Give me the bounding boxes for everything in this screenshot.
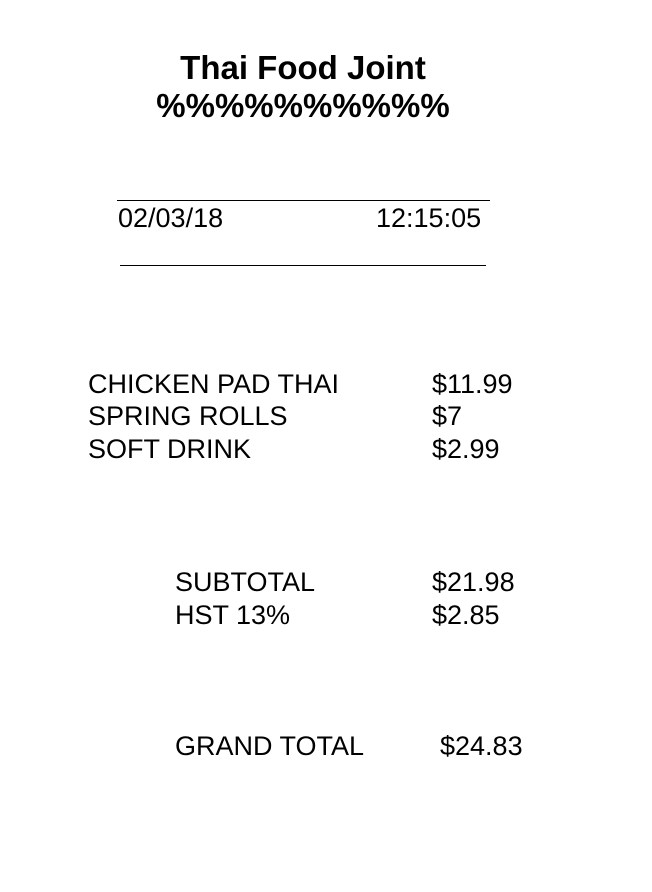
- subtotal-value: $21.98: [432, 567, 515, 597]
- divider-bottom: [120, 265, 486, 266]
- item-price: $11.99: [432, 369, 513, 399]
- tax-value: $2.85: [432, 600, 500, 630]
- store-name: Thai Food Joint: [180, 49, 426, 86]
- item-name: SOFT DRINK: [88, 434, 252, 464]
- subtotal-label: SUBTOTAL: [175, 567, 316, 597]
- store-decoration: %%%%%%%%%%: [156, 87, 450, 124]
- item-name: CHICKEN PAD THAI: [88, 369, 340, 399]
- item-name: SPRING ROLLS: [88, 401, 288, 431]
- receipt-time: 12:15:05: [376, 203, 482, 233]
- grand-total-label: GRAND TOTAL: [175, 731, 365, 761]
- receipt-date: 02/03/18: [118, 203, 224, 233]
- item-price: $7: [432, 401, 463, 431]
- receipt: Thai Food Joint %%%%%%%%%% 02/03/18 12:1…: [0, 0, 652, 892]
- tax-label: HST 13%: [175, 600, 291, 630]
- item-price: $2.99: [432, 434, 500, 464]
- divider-top: [117, 200, 490, 201]
- grand-total-value: $24.83: [440, 731, 523, 761]
